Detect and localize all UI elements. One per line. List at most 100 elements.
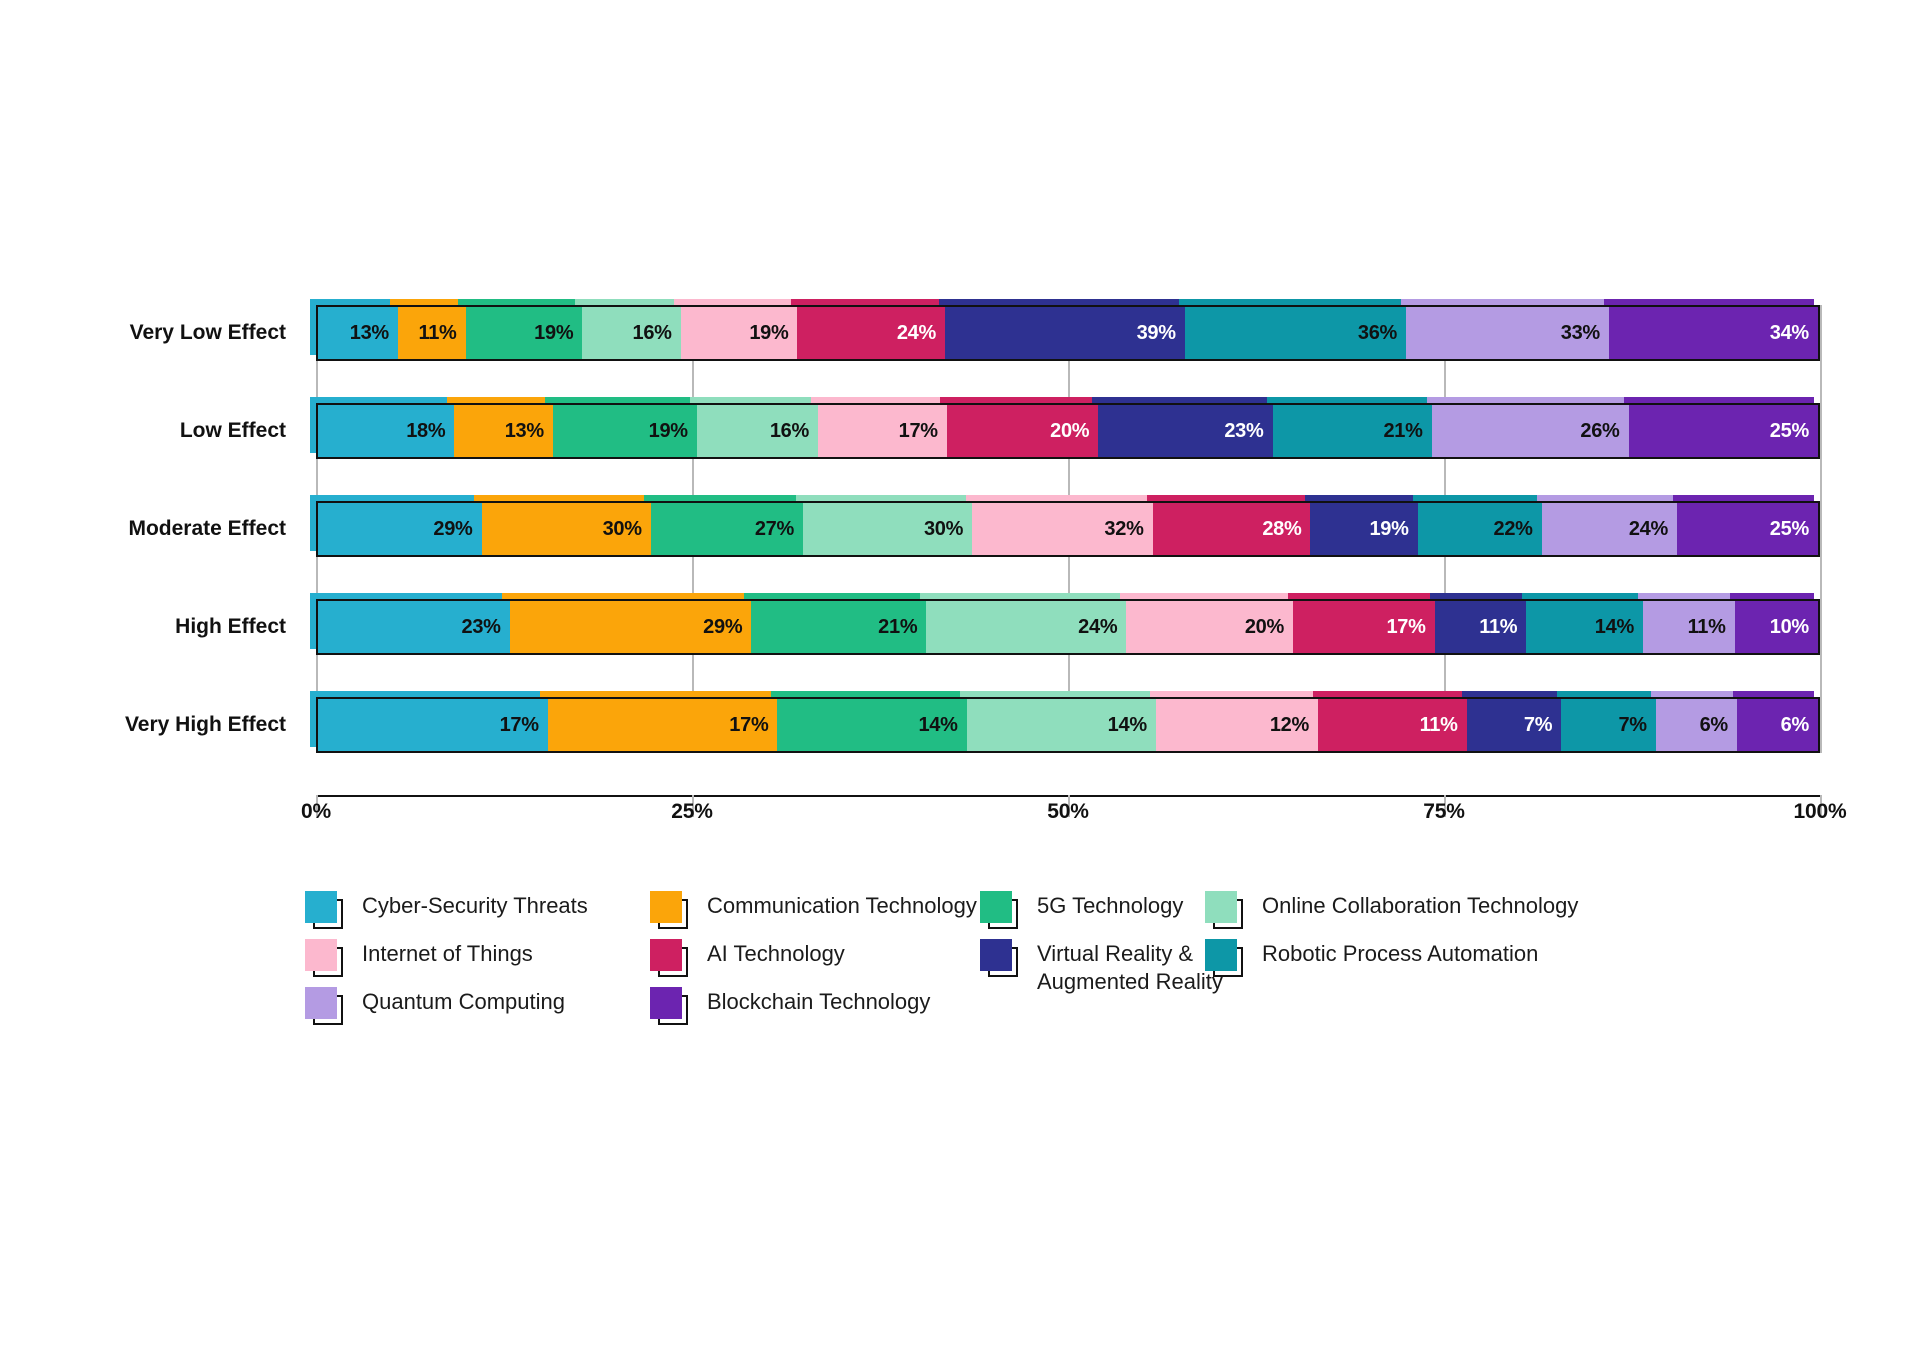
bar-value-label: 29% [703, 615, 743, 638]
bar-segment[interactable]: 19% [680, 307, 798, 359]
bar-segment[interactable]: 20% [946, 405, 1099, 457]
bar-value-label: 14% [918, 713, 958, 736]
legend-swatch-icon [980, 891, 1020, 931]
legend-swatch-color [650, 939, 682, 971]
bar-segment[interactable]: 6% [1736, 699, 1818, 751]
bar-row: Moderate Effect 29% 30% 27% 30% 32% 28% 19% 22% 2… [128, 495, 1820, 557]
legend-swatch-color [305, 939, 337, 971]
chart-legend: Cyber-Security Threats Communication Tech… [305, 890, 1825, 1040]
bar-value-label: 16% [769, 419, 809, 442]
category-label-low-effect: Low Effect [179, 419, 286, 442]
legend-item[interactable]: Online Collaboration Technology [1205, 890, 1615, 931]
bar-value-label: 30% [602, 517, 642, 540]
bar-segment[interactable]: 19% [465, 307, 583, 359]
bar-value-label: 33% [1560, 321, 1600, 344]
x-tick-label-0: 0% [301, 800, 331, 823]
bar-segment[interactable]: 16% [696, 405, 818, 457]
legend-swatch-icon [1205, 939, 1245, 979]
bar-segment[interactable]: 32% [972, 503, 1153, 555]
legend-item[interactable]: Blockchain Technology [650, 986, 1040, 1027]
bar-value-label: 28% [1262, 517, 1302, 540]
bar-value-label: 6% [1780, 713, 1810, 736]
legend-label: 5G Technology [1037, 893, 1184, 918]
bar-segment[interactable]: 17% [318, 699, 548, 751]
bar-segment[interactable]: 11% [1317, 699, 1467, 751]
bar-segment[interactable]: 30% [802, 503, 973, 555]
bar-segment[interactable]: 13% [454, 405, 553, 457]
bar-row: Low Effect 18% 13% 19% 16% 17% 20% 23% 21% 26% 25%… [180, 397, 1820, 459]
bar-segment[interactable]: 26% [1431, 405, 1629, 457]
bar-stack: 23% 29% 21% 24% 20% 17% 11% 14% 11% 10% [316, 599, 1820, 655]
bar-segment[interactable]: 27% [650, 503, 803, 555]
bar-value-label: 19% [534, 321, 574, 344]
bar-segment[interactable]: 10% [1734, 601, 1818, 653]
bar-value-label: 21% [878, 615, 918, 638]
bar-segment[interactable]: 14% [777, 699, 967, 751]
bar-segment[interactable]: 14% [966, 699, 1156, 751]
x-tick-label-2: 50% [1047, 800, 1089, 823]
bar-segment[interactable]: 39% [945, 307, 1185, 359]
bar-segment[interactable]: 17% [817, 405, 947, 457]
bar-value-label: 16% [632, 321, 672, 344]
legend-label: Communication Technology [707, 893, 977, 918]
legend-swatch-icon [980, 939, 1020, 979]
bar-segment[interactable]: 14% [1526, 601, 1643, 653]
bar-segment[interactable]: 23% [318, 601, 510, 653]
legend-swatch-color [1205, 939, 1237, 971]
legend-label: Cyber-Security Threats [362, 893, 588, 918]
bar-value-label: 25% [1769, 419, 1809, 442]
category-label-moderate-effect: Moderate Effect [128, 517, 286, 540]
bar-segment[interactable]: 11% [1434, 601, 1527, 653]
bar-value-label: 12% [1269, 713, 1309, 736]
legend-item[interactable]: Robotic Process Automation [1205, 938, 1615, 979]
bar-segment[interactable]: 17% [1292, 601, 1435, 653]
bar-segment[interactable]: 29% [318, 503, 482, 555]
bar-segment[interactable]: 7% [1466, 699, 1562, 751]
bar-segment[interactable]: 7% [1561, 699, 1656, 751]
bar-segment[interactable]: 34% [1608, 307, 1818, 359]
bar-segment[interactable]: 12% [1155, 699, 1318, 751]
bar-value-label: 30% [923, 517, 964, 540]
bar-segment[interactable]: 33% [1406, 307, 1609, 359]
x-tick-label-3: 75% [1423, 800, 1465, 823]
bar-value-label: 27% [754, 517, 794, 540]
bar-segment[interactable]: 11% [1642, 601, 1735, 653]
bar-segment[interactable]: 25% [1676, 503, 1818, 555]
legend-swatch-color [1205, 891, 1237, 923]
bar-value-label: 11% [1419, 713, 1458, 736]
bar-segment[interactable]: 17% [547, 699, 778, 751]
bar-row: Very Low Effect 13% 11% 19% 16% 19% 24% 39% 36% 3… [130, 299, 1820, 361]
bar-segment[interactable]: 18% [318, 405, 455, 457]
legend-swatch-icon [305, 939, 345, 979]
legend-swatch-icon [650, 939, 690, 979]
bar-value-label: 36% [1357, 321, 1398, 344]
bar-value-label: 29% [433, 517, 473, 540]
bar-segment[interactable]: 11% [397, 307, 466, 359]
bar-segment[interactable]: 13% [318, 307, 398, 359]
bar-segment[interactable]: 29% [509, 601, 752, 653]
bar-segment[interactable]: 24% [797, 307, 945, 359]
bar-segment[interactable]: 30% [481, 503, 651, 555]
bar-segment[interactable]: 22% [1417, 503, 1542, 555]
bar-row: Very High Effect 17% 17% 14% 14% 12% 11% 7% 7% 6%… [125, 691, 1820, 753]
x-tick-label-4: 100% [1793, 800, 1847, 823]
bar-segment[interactable]: 19% [1310, 503, 1418, 555]
bar-value-label: 7% [1618, 713, 1647, 736]
bar-segment[interactable]: 25% [1628, 405, 1818, 457]
bar-segment[interactable]: 24% [926, 601, 1127, 653]
bar-segment[interactable]: 20% [1126, 601, 1293, 653]
bar-segment[interactable]: 19% [552, 405, 697, 457]
bar-value-label: 11% [1479, 615, 1518, 638]
bar-value-label: 24% [896, 321, 936, 344]
bar-segment[interactable]: 21% [751, 601, 927, 653]
bar-segment[interactable]: 23% [1098, 405, 1273, 457]
bar-segment[interactable]: 28% [1152, 503, 1311, 555]
bar-segment[interactable]: 6% [1655, 699, 1737, 751]
bar-value-label: 18% [406, 419, 446, 442]
bar-stack: 13% 11% 19% 16% 19% 24% 39% 36% 33% 34% [316, 305, 1820, 361]
bar-segment[interactable]: 36% [1184, 307, 1407, 359]
bar-segment[interactable]: 21% [1272, 405, 1432, 457]
bar-segment[interactable]: 24% [1541, 503, 1677, 555]
bar-segment[interactable]: 16% [582, 307, 681, 359]
bar-value-label: 17% [1386, 615, 1426, 638]
